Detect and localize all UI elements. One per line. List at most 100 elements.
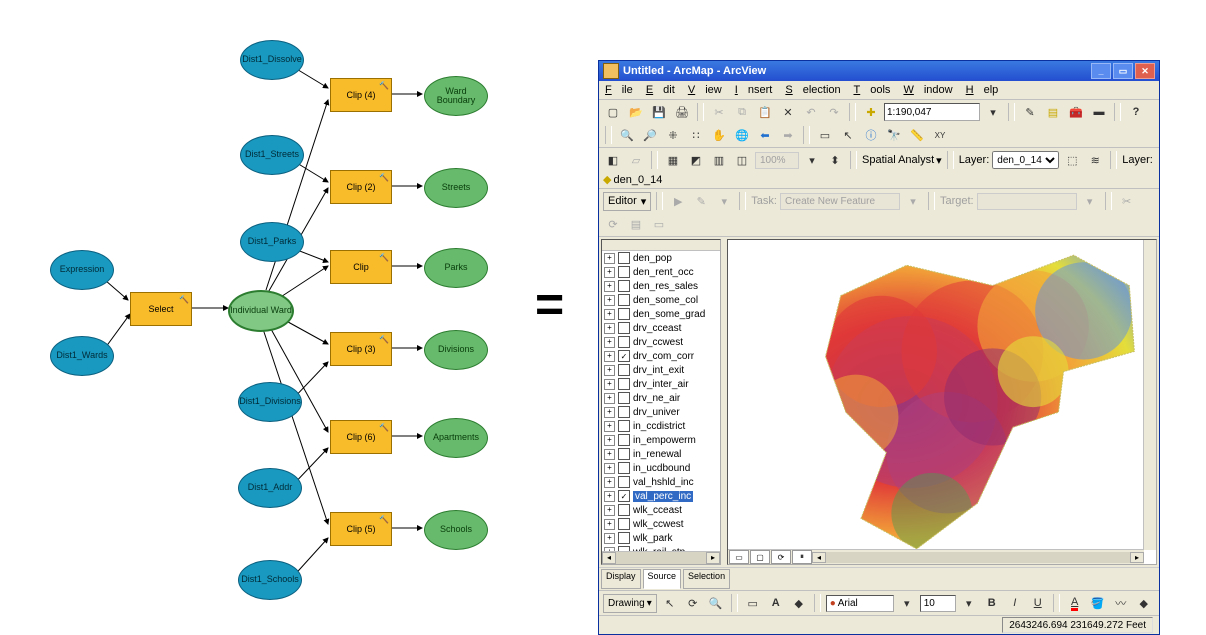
save-icon[interactable]: 💾 <box>649 102 669 122</box>
menu-edit[interactable]: Edit <box>646 84 675 96</box>
layer-checkbox[interactable] <box>618 490 630 502</box>
underline-icon[interactable]: U <box>1028 593 1048 613</box>
layer-checkbox[interactable] <box>618 532 630 544</box>
pan-icon[interactable]: ✋ <box>709 125 729 145</box>
clear-selected-icon[interactable]: ▱ <box>626 150 646 170</box>
toc-item[interactable]: +drv_com_corr <box>602 349 720 363</box>
expand-icon[interactable]: + <box>604 421 615 432</box>
layout-view-tab[interactable]: ▢ <box>750 550 770 564</box>
layer-props-icon[interactable]: ▦ <box>663 150 683 170</box>
fixed-zoom-out-icon[interactable]: ∷ <box>686 125 706 145</box>
toc-item[interactable]: +wlk_park <box>602 531 720 545</box>
expand-icon[interactable]: + <box>604 435 615 446</box>
expand-icon[interactable]: + <box>604 533 615 544</box>
size-dropdown-icon[interactable]: ▾ <box>959 593 979 613</box>
print-icon[interactable]: 🖨 <box>672 102 692 122</box>
italic-icon[interactable]: I <box>1005 593 1025 613</box>
measure-icon[interactable]: 📏 <box>907 125 927 145</box>
layer-label[interactable]: drv_ne_air <box>633 393 680 404</box>
identify-icon[interactable]: ⓘ <box>861 125 881 145</box>
full-extent-icon[interactable]: 🌐 <box>732 125 752 145</box>
menu-file[interactable]: File <box>605 84 633 96</box>
layer-checkbox[interactable] <box>618 294 630 306</box>
edit-tool-icon[interactable]: ▶ <box>668 191 688 211</box>
marker-color-icon[interactable]: ◆ <box>1134 593 1154 613</box>
layer-label[interactable]: in_renewal <box>633 449 681 460</box>
toc-item[interactable]: +den_res_sales <box>602 279 720 293</box>
toc-item[interactable]: +drv_univer <box>602 405 720 419</box>
select-features-icon[interactable]: ▭ <box>815 125 835 145</box>
new-rect-icon[interactable]: ▭ <box>743 593 763 613</box>
menu-view[interactable]: View <box>688 84 722 96</box>
layer-label[interactable]: den_some_col <box>633 295 698 306</box>
toc-tab-selection[interactable]: Selection <box>683 569 730 589</box>
fwd-extent-icon[interactable]: ➡ <box>778 125 798 145</box>
toc-item[interactable]: + in_ccdistrict <box>602 419 720 433</box>
layer-label[interactable]: den_some_grad <box>633 309 705 320</box>
expand-icon[interactable]: + <box>604 253 615 264</box>
toc-item[interactable]: + den_some_col <box>602 293 720 307</box>
scale-input[interactable]: 1:190,047 <box>884 103 980 121</box>
attributes-icon[interactable]: ▤ <box>626 214 646 234</box>
redo-icon[interactable]: ↷ <box>824 102 844 122</box>
layer-checkbox[interactable] <box>618 462 630 474</box>
expand-icon[interactable]: + <box>604 309 615 320</box>
layer-label[interactable]: den_pop <box>633 253 672 264</box>
toolbox-icon[interactable]: 🧰 <box>1066 102 1086 122</box>
layer-checkbox[interactable] <box>618 322 630 334</box>
target-dropdown-icon[interactable]: ▾ <box>1080 191 1100 211</box>
effects-icon[interactable]: ◫ <box>732 150 752 170</box>
layer-checkbox[interactable] <box>618 518 630 530</box>
menu-insert[interactable]: Insert <box>735 84 773 96</box>
layer-checkbox[interactable] <box>618 434 630 446</box>
command-line-icon[interactable]: ▬ <box>1089 102 1109 122</box>
layer-label[interactable]: in_ccdistrict <box>633 421 685 432</box>
rotate-icon[interactable]: ⟳ <box>603 214 623 234</box>
toc-tab-source[interactable]: Source <box>643 569 682 589</box>
layer-checkbox[interactable] <box>618 448 630 460</box>
layer-label[interactable]: val_perc_inc <box>633 491 693 502</box>
copy-icon[interactable]: ⧉ <box>732 102 752 122</box>
layer-label[interactable]: val_hshld_inc <box>633 477 694 488</box>
editor-toolbar-icon[interactable]: ✎ <box>1020 102 1040 122</box>
select-elements-icon[interactable]: ↖ <box>838 125 858 145</box>
toc-tab-display[interactable]: Display <box>601 569 641 589</box>
map-view[interactable]: ▭ ▢ ⟳ ⏸ ◂▸ <box>727 239 1157 565</box>
back-extent-icon[interactable]: ⬅ <box>755 125 775 145</box>
expand-icon[interactable]: + <box>604 379 615 390</box>
layer-label[interactable]: drv_ccwest <box>633 337 683 348</box>
layer-checkbox[interactable] <box>618 420 630 432</box>
active-layer-box[interactable]: ◆den_0_14 <box>603 173 662 186</box>
line-color-icon[interactable]: 〰 <box>1111 593 1131 613</box>
cut-icon[interactable]: ✂ <box>709 102 729 122</box>
expand-icon[interactable]: + <box>604 491 615 502</box>
toc-item[interactable]: +in_renewal <box>602 447 720 461</box>
expand-icon[interactable]: + <box>604 365 615 376</box>
histogram-icon[interactable]: ▥ <box>709 150 729 170</box>
selectable-layers-icon[interactable]: ◧ <box>603 150 623 170</box>
layer-label[interactable]: drv_com_corr <box>633 351 694 362</box>
layer-checkbox[interactable] <box>618 308 630 320</box>
toc-item[interactable]: +drv_ne_air <box>602 391 720 405</box>
sketch-tool-icon[interactable]: ✎ <box>691 191 711 211</box>
expand-icon[interactable]: + <box>604 267 615 278</box>
expand-icon[interactable]: + <box>604 407 615 418</box>
pause-drawing-icon[interactable]: ⏸ <box>792 550 812 564</box>
layer-checkbox[interactable] <box>618 266 630 278</box>
toc-header[interactable] <box>602 240 720 251</box>
add-data-icon[interactable]: ✚ <box>861 102 881 122</box>
toc-item[interactable]: + val_perc_inc <box>602 489 720 503</box>
expand-icon[interactable]: + <box>604 519 615 530</box>
open-icon[interactable]: 📂 <box>626 102 646 122</box>
xy-icon[interactable]: XY <box>930 125 950 145</box>
percent-input[interactable]: 100% <box>755 152 799 169</box>
layer-label[interactable]: drv_cceast <box>633 323 681 334</box>
toc-item[interactable]: +drv_int_exit <box>602 363 720 377</box>
arccatalog-icon[interactable]: ▤ <box>1043 102 1063 122</box>
close-button[interactable]: ✕ <box>1135 63 1155 79</box>
bold-icon[interactable]: B <box>982 593 1002 613</box>
map-vscroll[interactable] <box>1143 240 1156 550</box>
expand-icon[interactable]: + <box>604 295 615 306</box>
layer-label[interactable]: in_empowerm <box>633 435 696 446</box>
expand-icon[interactable]: + <box>604 463 615 474</box>
